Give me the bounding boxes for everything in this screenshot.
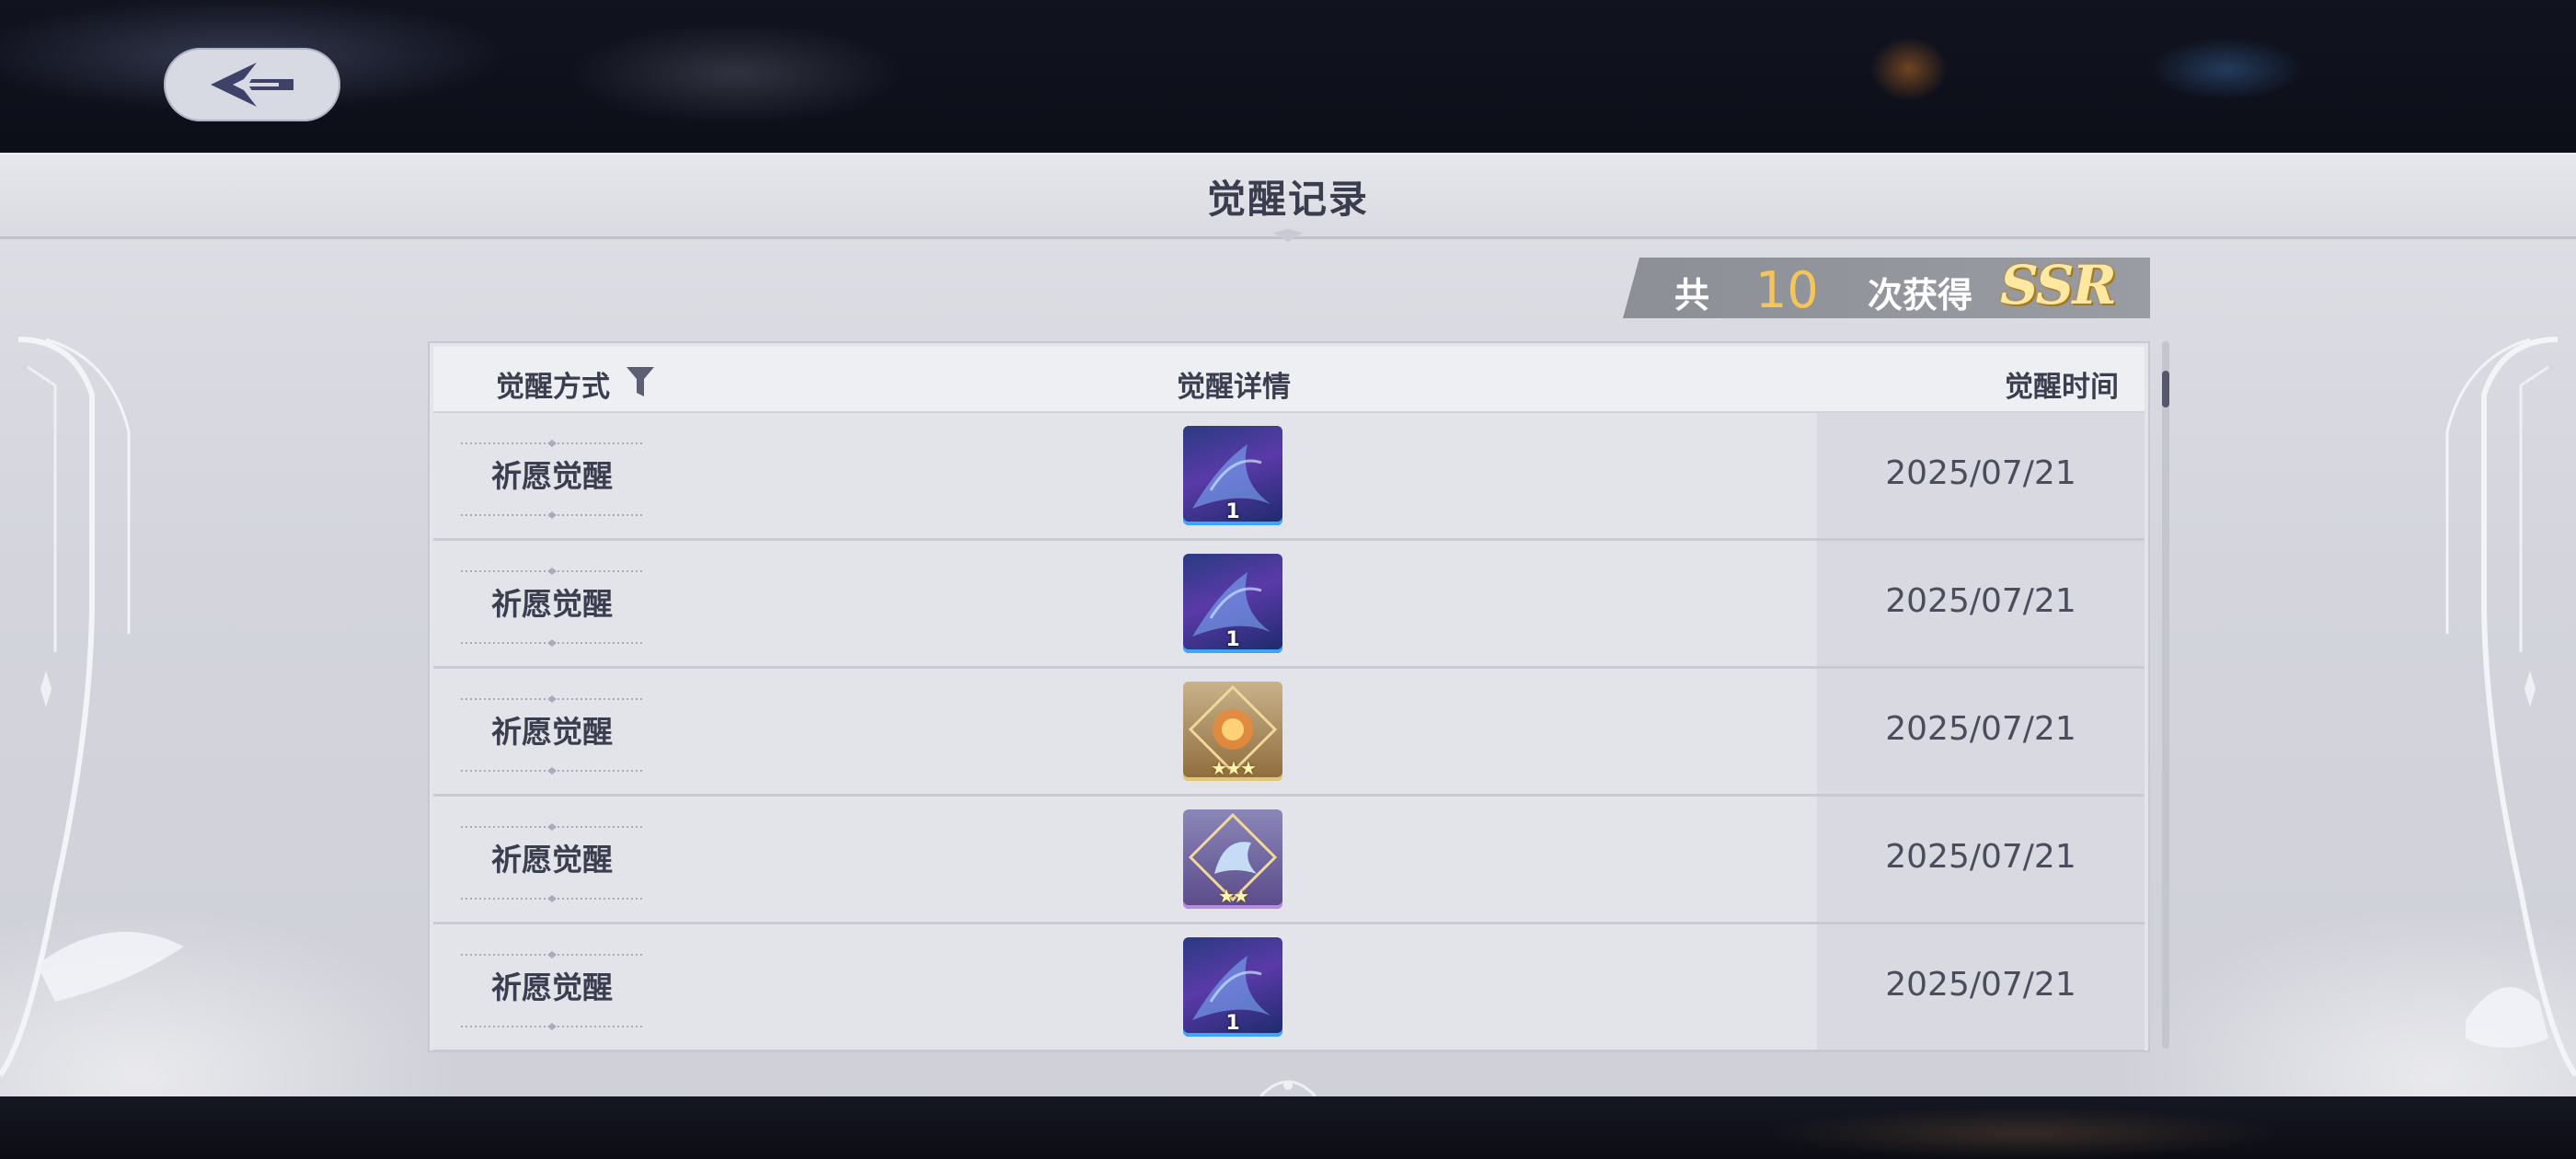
awakening-method-label: 祈愿觉醒 — [491, 714, 613, 750]
table-row: 祈愿觉醒 1 2025/07/21 — [433, 924, 2145, 1050]
table-row: 祈愿觉醒 1 2025/07/21 — [433, 413, 2145, 541]
awakening-method-label: 祈愿觉醒 — [491, 458, 613, 494]
thumbnail-label: 1 — [1225, 1012, 1240, 1035]
left-frame-ornament — [0, 337, 184, 1077]
method-divider-ornament — [461, 689, 643, 703]
thumbnail-label: 1 — [1225, 628, 1240, 651]
awakening-method-label: 祈愿觉醒 — [491, 970, 613, 1005]
column-header-detail: 觉醒详情 — [1177, 371, 1291, 404]
back-button[interactable] — [164, 48, 340, 121]
ssr-summary-banner: 共 10 次获得 SSR — [1623, 258, 2150, 318]
awakening-date: 2025/07/21 — [1885, 710, 2076, 748]
page-title: 觉醒记录 — [1206, 177, 1369, 222]
method-divider-ornament — [461, 945, 643, 958]
method-divider-ornament — [461, 817, 643, 831]
table-header: 觉醒方式 觉醒详情 觉醒时间 — [433, 347, 2145, 413]
table-scrollbar[interactable] — [2162, 341, 2169, 1049]
method-divider-ornament — [461, 505, 643, 519]
right-frame-ornament — [2445, 337, 2576, 1077]
awakening-item-thumbnail[interactable]: ★★★ — [1183, 682, 1282, 781]
method-divider-ornament — [461, 1016, 643, 1030]
scrollbar-thumb[interactable] — [2162, 371, 2169, 407]
awakening-method-label: 祈愿觉醒 — [491, 842, 613, 878]
ssr-badge: SSR — [2000, 254, 2117, 316]
table-row: 祈愿觉醒 ★★ 2025/07/21 — [433, 797, 2145, 924]
table-body: 祈愿觉醒 1 2025/07/21 祈愿觉醒 1 2025/07/21 祈愿觉醒 ★★★ 202… — [433, 413, 2145, 1050]
awakening-item-thumbnail[interactable]: 1 — [1183, 937, 1282, 1037]
thumbnail-label: 1 — [1225, 500, 1240, 523]
awakening-item-thumbnail[interactable]: 1 — [1183, 554, 1282, 653]
method-divider-ornament — [461, 889, 643, 902]
method-divider-ornament — [461, 761, 643, 775]
column-header-time: 觉醒时间 — [2005, 371, 2119, 404]
awakening-date: 2025/07/21 — [1885, 838, 2076, 876]
awakening-date: 2025/07/21 — [1885, 582, 2076, 620]
method-divider-ornament — [461, 433, 643, 447]
ssr-summary-count: 10 — [1755, 261, 1819, 319]
awakening-record-table: 觉醒方式 觉醒详情 觉醒时间 祈愿觉醒 1 2025/07/21 祈愿觉醒 1 2025/… — [428, 341, 2150, 1052]
method-divider-ornament — [461, 561, 643, 575]
back-arrow-icon — [211, 63, 293, 107]
table-row: 祈愿觉醒 ★★★ 2025/07/21 — [433, 669, 2145, 797]
method-divider-ornament — [461, 633, 643, 647]
ssr-summary-suffix: 次获得 — [1868, 275, 1973, 316]
thumbnail-label: ★★★ — [1211, 757, 1257, 779]
game-background-top — [0, 0, 2576, 153]
awakening-item-thumbnail[interactable]: ★★ — [1183, 809, 1282, 909]
awakening-date: 2025/07/21 — [1885, 454, 2076, 492]
ssr-summary-prefix: 共 — [1674, 275, 1710, 316]
panel-header: 觉醒记录 — [0, 155, 2576, 239]
thumbnail-label: ★★ — [1218, 885, 1249, 907]
header-diamond-ornament — [1273, 229, 1303, 242]
game-background-bottom — [0, 1096, 2576, 1159]
awakening-item-thumbnail[interactable]: 1 — [1183, 426, 1282, 525]
awakening-date: 2025/07/21 — [1885, 966, 2076, 1004]
bottom-ornament — [1260, 1080, 1316, 1096]
awakening-method-label: 祈愿觉醒 — [491, 586, 613, 622]
table-row: 祈愿觉醒 1 2025/07/21 — [433, 541, 2145, 669]
